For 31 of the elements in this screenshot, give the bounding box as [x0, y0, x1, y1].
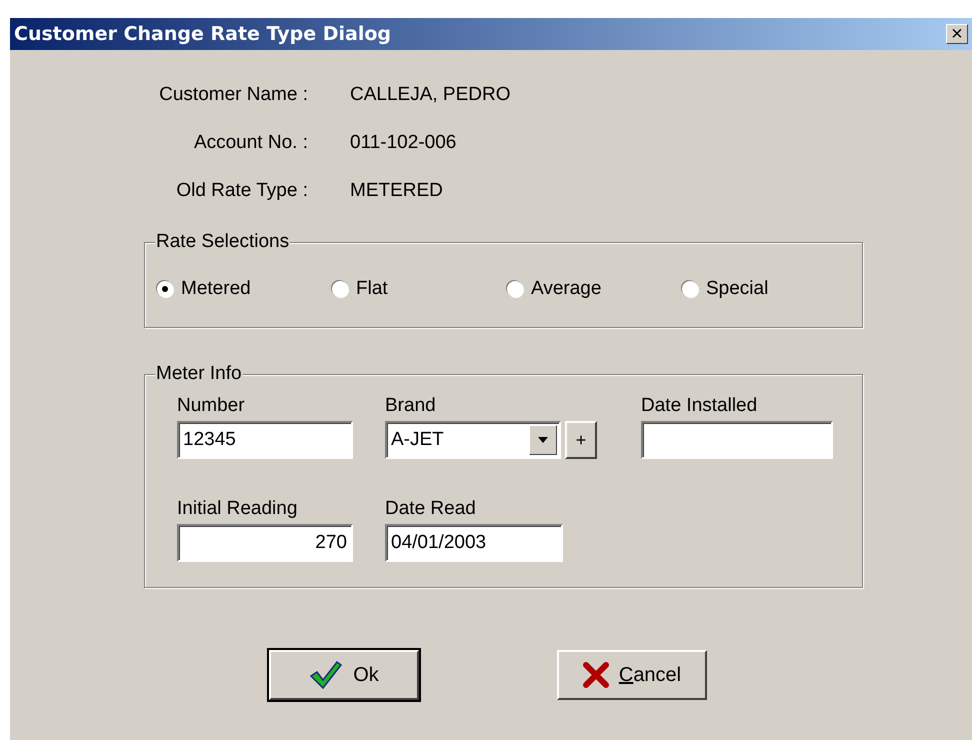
radio-label[interactable]: Metered [181, 278, 251, 300]
brand-dropdown[interactable]: A-JET [385, 421, 561, 459]
field-label: Date Read [385, 498, 477, 520]
add-brand-button[interactable]: + [565, 421, 597, 459]
radio-label[interactable]: Average [531, 278, 602, 300]
radio-label[interactable]: Special [706, 278, 768, 300]
window-title: Customer Change Rate Type Dialog [14, 23, 392, 45]
field-value: CALLEJA, PEDRO [350, 84, 512, 106]
radio-button[interactable] [682, 281, 698, 297]
cancel-button[interactable]: Cancel [557, 650, 707, 700]
field-label: Initial Reading [177, 498, 298, 520]
field-label: Account No. : [194, 132, 308, 154]
initial-reading-field[interactable]: 270 [177, 524, 353, 562]
field-label: Number [177, 395, 246, 417]
number-field[interactable]: 12345 [177, 421, 353, 459]
close-button[interactable]: × [946, 24, 968, 44]
field-label: Date Installed [641, 395, 758, 417]
date-installed-field[interactable] [641, 421, 833, 459]
radio-button[interactable] [507, 281, 523, 297]
field-label: Old Rate Type : [176, 180, 308, 202]
field-label: Customer Name : [159, 84, 308, 106]
radio-button[interactable] [157, 281, 173, 297]
radio-button[interactable] [332, 281, 348, 297]
ok-button[interactable]: Ok [269, 650, 419, 700]
radio-label[interactable]: Flat [356, 278, 388, 300]
cross-icon [582, 662, 609, 688]
date-read-field[interactable]: 04/01/2003 [385, 524, 563, 562]
field-value: 011-102-006 [350, 132, 458, 154]
field-label: Brand [385, 395, 437, 417]
field-value: METERED [350, 180, 444, 202]
checkmark-icon [309, 660, 344, 690]
